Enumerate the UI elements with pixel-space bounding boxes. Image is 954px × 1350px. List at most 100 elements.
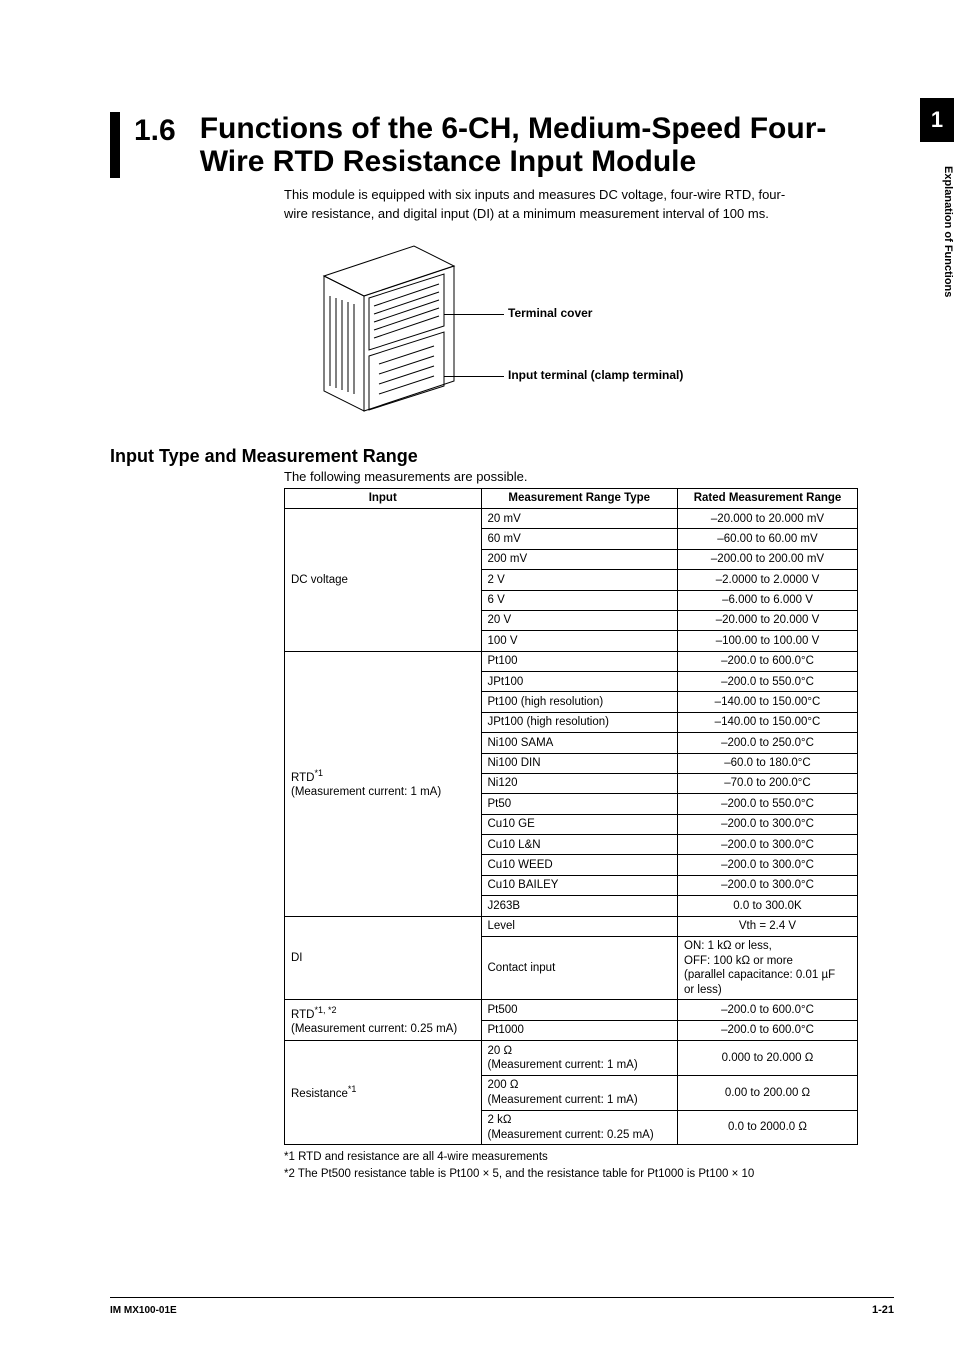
cell-type: 200 Ω (Measurement current: 1 mA) [481, 1075, 678, 1110]
cell-type: Pt500 [481, 1000, 678, 1020]
cell-type: 100 V [481, 631, 678, 651]
type-line: (Measurement current: 0.25 mA) [488, 1129, 654, 1141]
cell-type: 20 V [481, 610, 678, 630]
cell-input-rtd-sup: *1 [314, 768, 323, 778]
cell-input-dc: DC voltage [285, 509, 482, 652]
cell-type: JPt100 [481, 672, 678, 692]
cell-type: J263B [481, 896, 678, 916]
section-heading: 1.6 Functions of the 6-CH, Medium-Speed … [110, 112, 894, 178]
cell-rated: –60.0 to 180.0°C [678, 753, 858, 773]
footnote-2: *2 The Pt500 resistance table is Pt100 ×… [284, 1166, 894, 1183]
cell-type: 60 mV [481, 529, 678, 549]
rated-line: OFF: 100 kΩ or more [684, 955, 793, 967]
page: 1 Explanation of Functions 1.6 Functions… [0, 0, 954, 1350]
table-row: RTD*1 (Measurement current: 1 mA) Pt100 … [285, 651, 858, 671]
rated-line: or less) [684, 984, 722, 996]
heading-bar [110, 112, 120, 178]
cell-type: 2 kΩ (Measurement current: 0.25 mA) [481, 1110, 678, 1145]
measurement-range-table: Input Measurement Range Type Rated Measu… [284, 488, 858, 1146]
type-line: 2 kΩ [488, 1114, 512, 1126]
cell-input-di: DI [285, 916, 482, 1000]
footnotes: *1 RTD and resistance are all 4-wire mea… [284, 1149, 894, 1182]
cell-type: 6 V [481, 590, 678, 610]
cell-rated: –60.00 to 60.00 mV [678, 529, 858, 549]
type-line: 200 Ω [488, 1079, 519, 1091]
footer-page-number: 1-21 [872, 1304, 894, 1316]
cell-input-resistance-sup: *1 [348, 1084, 357, 1094]
th-rated-range: Rated Measurement Range [678, 488, 858, 508]
th-input: Input [285, 488, 482, 508]
cell-type: Cu10 BAILEY [481, 875, 678, 895]
cell-type: 20 Ω (Measurement current: 1 mA) [481, 1041, 678, 1076]
section-number: 1.6 [134, 112, 176, 147]
module-diagram: Terminal cover Input terminal (clamp ter… [284, 236, 894, 436]
cell-rated: 0.0 to 2000.0 Ω [678, 1110, 858, 1145]
cell-rated: ON: 1 kΩ or less, OFF: 100 kΩ or more (p… [678, 936, 858, 1000]
cell-type: Cu10 GE [481, 814, 678, 834]
cell-rated: –200.0 to 600.0°C [678, 651, 858, 671]
cell-rated: –100.00 to 100.00 V [678, 631, 858, 651]
cell-rated: –6.000 to 6.000 V [678, 590, 858, 610]
type-line: (Measurement current: 1 mA) [488, 1094, 638, 1106]
rated-line: (parallel capacitance: 0.01 µF [684, 969, 835, 981]
section-title: Functions of the 6-CH, Medium-Speed Four… [200, 112, 827, 178]
side-section-label: Explanation of Functions [920, 160, 954, 297]
cell-type: 20 mV [481, 509, 678, 529]
callout-line-input-terminal [444, 376, 504, 377]
cell-input-rtd2: RTD*1, *2 (Measurement current: 0.25 mA) [285, 1000, 482, 1041]
rated-line: ON: 1 kΩ or less, [684, 940, 772, 952]
cell-rated: –20.000 to 20.000 mV [678, 509, 858, 529]
footer-rule [110, 1297, 894, 1298]
callout-terminal-cover: Terminal cover [508, 306, 592, 320]
cell-type: Pt1000 [481, 1020, 678, 1040]
type-line: (Measurement current: 1 mA) [488, 1059, 638, 1071]
cell-type: JPt100 (high resolution) [481, 712, 678, 732]
cell-input-rtd2-sup: *1, *2 [314, 1005, 336, 1015]
cell-rated: –200.0 to 300.0°C [678, 875, 858, 895]
cell-rated: –200.0 to 300.0°C [678, 814, 858, 834]
callout-line-terminal-cover [444, 314, 504, 315]
title-line-1: Functions of the 6-CH, Medium-Speed Four… [200, 112, 827, 145]
footer-doc-id: IM MX100-01E [110, 1305, 177, 1316]
footnote-1: *1 RTD and resistance are all 4-wire mea… [284, 1149, 894, 1166]
type-line: 20 Ω [488, 1045, 513, 1057]
cell-input-rtd2-sub: (Measurement current: 0.25 mA) [291, 1023, 457, 1035]
cell-type: Level [481, 916, 678, 936]
subheading-input-type: Input Type and Measurement Range [110, 446, 894, 467]
cell-rated: Vth = 2.4 V [678, 916, 858, 936]
subheading-intro: The following measurements are possible. [284, 469, 894, 484]
cell-type: Cu10 WEED [481, 855, 678, 875]
cell-input-rtd2-main: RTD [291, 1008, 314, 1020]
cell-type: Ni100 SAMA [481, 733, 678, 753]
cell-rated: –200.0 to 300.0°C [678, 855, 858, 875]
cell-rated: –140.00 to 150.00°C [678, 712, 858, 732]
callout-input-terminal: Input terminal (clamp terminal) [508, 368, 683, 382]
table-row: RTD*1, *2 (Measurement current: 0.25 mA)… [285, 1000, 858, 1020]
cell-rated: –200.0 to 550.0°C [678, 794, 858, 814]
title-line-2: Wire RTD Resistance Input Module [200, 145, 696, 178]
module-illustration [284, 236, 494, 436]
cell-type: Ni100 DIN [481, 753, 678, 773]
cell-rated: –200.0 to 250.0°C [678, 733, 858, 753]
cell-type: Pt50 [481, 794, 678, 814]
table-row: DI Level Vth = 2.4 V [285, 916, 858, 936]
cell-rated: –20.000 to 20.000 V [678, 610, 858, 630]
cell-input-rtd: RTD*1 (Measurement current: 1 mA) [285, 651, 482, 916]
table-row: Resistance*1 20 Ω (Measurement current: … [285, 1041, 858, 1076]
cell-rated: –200.0 to 600.0°C [678, 1000, 858, 1020]
cell-type: Pt100 [481, 651, 678, 671]
cell-type: Contact input [481, 936, 678, 1000]
cell-rated: –200.0 to 600.0°C [678, 1020, 858, 1040]
cell-rated: –200.00 to 200.00 mV [678, 549, 858, 569]
cell-type: 2 V [481, 570, 678, 590]
cell-type: Ni120 [481, 773, 678, 793]
intro-line-2: wire resistance, and digital input (DI) … [284, 206, 769, 221]
cell-rated: –70.0 to 200.0°C [678, 773, 858, 793]
cell-input-resistance-main: Resistance [291, 1088, 348, 1100]
cell-input-resistance: Resistance*1 [285, 1041, 482, 1145]
cell-rated: 0.00 to 200.00 Ω [678, 1075, 858, 1110]
cell-type: 200 mV [481, 549, 678, 569]
cell-type: Pt100 (high resolution) [481, 692, 678, 712]
cell-input-rtd-sub: (Measurement current: 1 mA) [291, 786, 441, 798]
cell-rated: –200.0 to 300.0°C [678, 835, 858, 855]
